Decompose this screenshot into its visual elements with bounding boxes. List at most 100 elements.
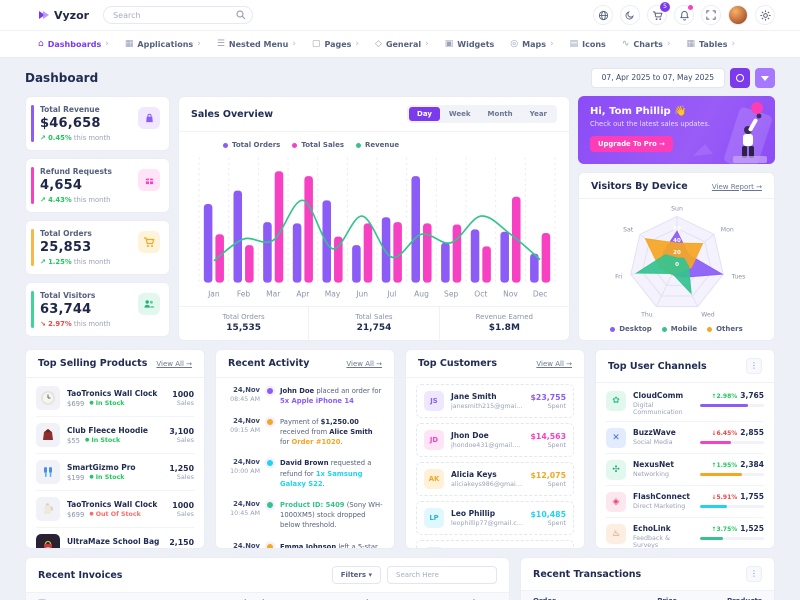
cloudcomm-icon: ✿ [606,391,626,411]
fullscreen-button[interactable] [701,5,721,25]
activity-item[interactable]: 24,Nov10:00 AM David Brown requested a r… [226,453,384,495]
upgrade-pro-button[interactable]: Upgrade To Pro → [590,136,673,152]
breadcrumb-item-dashboards[interactable]: ⌂Dashboards› [38,39,109,49]
customer-row[interactable]: JS Jane Smithjanesmith215@gmail.com $23,… [416,384,574,418]
stat-card-total-orders[interactable]: Total Orders 25,853 ↗ 1.25% this month [25,220,170,275]
breadcrumb-item-widgets[interactable]: ▣Widgets [445,39,495,49]
chart-icon: ∿ [622,39,630,49]
product-row[interactable]: TaoTronics Wall Clock $699Out Of Stock 1… [36,491,194,528]
status-badge: In Stock [89,400,124,407]
product-row[interactable]: SmartGizmo Pro $199In Stock 1,250Sales [36,454,194,491]
sales-overview-title: Sales Overview [191,109,273,120]
grid-icon: ▦ [125,39,134,49]
cart-icon [138,231,160,253]
top-selling-view-all-link[interactable]: View All → [156,360,192,368]
page-title: Dashboard [25,71,98,85]
cart-icon [652,10,663,21]
stat-card-total-visitors[interactable]: Total Visitors 63,744 ↘ 2.97% this month [25,282,170,337]
invoice-search-input[interactable] [387,566,497,584]
breadcrumb-item-applications[interactable]: ▦Applications› [125,39,201,49]
total-orders-summary: Total Orders15,535 [179,307,309,340]
svg-text:40: 40 [673,238,681,244]
top-customers-view-all-link[interactable]: View All → [536,360,572,368]
stat-card-total-revenue[interactable]: Total Revenue $46,658 ↗ 0.45% this month [25,96,170,151]
activity-item[interactable]: 24,Nov08:45 AM John Doe placed an order … [226,380,384,411]
customer-row[interactable]: LP Leo Phillipleophillip77@gmail.com $10… [416,501,574,535]
activity-item[interactable]: 24,Nov09:15 AM Payment of $1,250.00 rece… [226,411,384,453]
date-range-field[interactable]: 07, Apr 2025 to 07, May 2025 [591,68,725,88]
dark-mode-button[interactable] [620,5,640,25]
filters-button[interactable]: Filters ▾ [332,566,381,584]
echolink-icon: ♨ [606,524,626,544]
notification-dot [688,5,693,10]
view-report-link[interactable]: View Report → [712,183,762,191]
tab-month[interactable]: Month [480,107,521,121]
transactions-menu-button[interactable]: ⋮ [746,566,762,582]
breadcrumb-item-icons[interactable]: ▤Icons [570,39,606,49]
activity-item[interactable]: 24,Nov10:45 AM Product ID: 5409 (Sony WH… [226,495,384,537]
svg-text:Nov: Nov [503,289,518,298]
widget-icon: ▣ [445,39,454,49]
legend-dot-revenue [356,143,361,148]
vyzor-logo-icon [38,9,50,21]
customer-row[interactable]: JD Jhon Doejhondoe431@gmail.com $14,563S… [416,423,574,457]
channel-row[interactable]: ✿ CloudCommDigital Communication ↑2.98%3… [606,385,764,422]
map-icon: ◎ [510,39,518,49]
search-input[interactable] [103,6,253,24]
channels-menu-button[interactable]: ⋮ [746,358,762,374]
customer-row[interactable]: BS Brenda Simpsonbrendasimpson075@gmail.… [416,540,574,549]
svg-text:May: May [325,289,341,298]
tab-year[interactable]: Year [522,107,555,121]
date-refresh-button[interactable] [730,68,750,88]
activity-dot [267,388,273,394]
breadcrumb-item-nested-menu[interactable]: ☰Nested Menu› [217,39,296,49]
tab-week[interactable]: Week [441,107,479,121]
breadcrumb-item-charts[interactable]: ∿Charts› [622,39,671,49]
notifications-button[interactable] [674,5,694,25]
channel-row[interactable]: ✕ BuzzWaveSocial Media ↓6.45%2,855 [606,422,764,454]
channel-row[interactable]: ♨ EchoLinkFeedback & Surveys ↑3.75%1,525 [606,518,764,549]
svg-text:0: 0 [675,262,679,268]
svg-text:Feb: Feb [237,289,250,298]
activity-item[interactable]: 24,Nov11:30 AM Emma Johnson left a 5-sta… [226,536,384,549]
invoices-table-header: ID Customer Ordered Date Items Price Sta… [26,592,509,600]
date-dropdown-button[interactable] [755,68,775,88]
sales-overview-card: Sales Overview Day Week Month Year Total… [178,96,570,341]
global-search [103,6,253,24]
stat-cards-column: Total Revenue $46,658 ↗ 0.45% this month… [25,96,170,341]
customer-avatar: BS [424,547,444,549]
tab-day[interactable]: Day [409,107,440,121]
product-row[interactable]: UltraMaze School Bag $89In Stock 2,150Sa… [36,528,194,549]
channel-row[interactable]: ◈ FlashConnectDirect Marketing ↓5.91%1,7… [606,486,764,518]
user-avatar[interactable] [728,5,748,25]
sales-bar-chart[interactable]: JanFebMarAprMayJunJulAugSepOctNovDec [179,149,569,306]
language-globe-button[interactable] [593,5,613,25]
sales-period-tabs: Day Week Month Year [407,105,557,123]
customer-row[interactable]: AK Alicia Keysaliciakeys986@gmail.com $1… [416,462,574,496]
product-image-earbuds [36,460,60,484]
breadcrumb-item-maps[interactable]: ◎Maps› [510,39,553,49]
settings-button[interactable] [755,5,775,25]
icons-icon: ▤ [570,39,579,49]
breadcrumb-item-pages[interactable]: ▢Pages› [312,39,359,49]
product-row[interactable]: Club Fleece Hoodie $55In Stock 3,100Sale… [36,417,194,454]
activity-dot [267,460,273,466]
date-controls: 07, Apr 2025 to 07, May 2025 [591,68,775,88]
product-image-kettle [36,497,60,521]
visitors-radar-chart[interactable]: SunMonTuesWedThuFriSat6040200 [579,198,774,325]
breadcrumb-item-tables[interactable]: ▦Tables› [686,39,735,49]
radar-legend: Desktop Mobile Others [579,325,774,340]
breadcrumb-item-general[interactable]: ◇General› [375,39,429,49]
cart-button[interactable]: 5 [647,5,667,25]
status-badge: Out Of Stock [89,511,141,518]
recent-activity-view-all-link[interactable]: View All → [346,360,382,368]
brand-logo[interactable]: Vyzor [38,9,89,22]
channel-row[interactable]: ✣ NexusNetNetworking ↑1.95%2,384 [606,454,764,486]
stat-card-refund-requests[interactable]: Refund Requests 4,654 ↗ 4.43% this month [25,158,170,213]
svg-text:Jan: Jan [207,289,220,298]
product-row[interactable]: TaoTronics Wall Clock $699In Stock 1000S… [36,380,194,417]
svg-text:Mar: Mar [266,289,281,298]
svg-text:Thu: Thu [640,312,653,319]
table-icon: ▦ [686,39,695,49]
home-icon: ⌂ [38,39,44,49]
